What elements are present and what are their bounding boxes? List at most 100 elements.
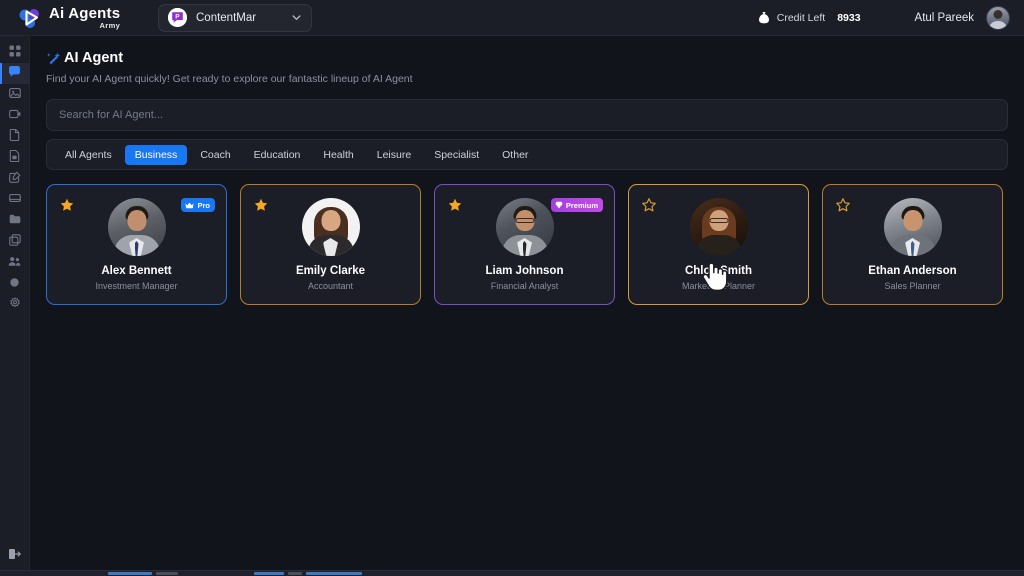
credit-indicator[interactable]: Credit Left 8933 (758, 11, 861, 24)
top-bar: Ai Agents Army P ContentMar Credit Left … (0, 0, 1024, 36)
sidebar-item-users[interactable] (0, 252, 30, 273)
main-content: AI Agent Find your AI Agent quickly! Get… (30, 36, 1024, 570)
taskbar-chip (306, 572, 362, 575)
agent-role: Financial Analyst (490, 281, 559, 291)
agent-avatar (883, 198, 942, 256)
svg-text:P: P (175, 14, 180, 21)
sidebar-item-circle[interactable] (0, 273, 30, 294)
taskbar-chip (108, 572, 152, 575)
badge-pro: Pro (181, 198, 215, 212)
agent-avatar (689, 198, 748, 256)
image-icon (8, 86, 21, 104)
page-header: AI Agent (46, 50, 1008, 66)
agent-role: Investment Manager (95, 281, 178, 291)
sidebar-item-card[interactable] (0, 189, 30, 210)
logout-icon (8, 547, 21, 565)
brand-logo-area[interactable]: Ai Agents Army (18, 6, 130, 30)
circle-icon (9, 275, 20, 293)
brand-subtitle: Army (99, 20, 121, 30)
tab-education[interactable]: Education (244, 145, 311, 165)
badge-premium: Premium (550, 198, 603, 212)
agent-role: Sales Planner (884, 281, 941, 291)
workspace-chat-bubble-icon: P (168, 8, 187, 27)
bottom-taskbar-strip (0, 570, 1024, 576)
tab-coach[interactable]: Coach (190, 145, 240, 165)
user-name: Atul Pareek (914, 11, 974, 24)
tab-business[interactable]: Business (124, 144, 188, 165)
tab-other[interactable]: Other (492, 145, 538, 165)
agent-card[interactable]: Premium Liam Johnson Financial Analyst (434, 184, 615, 305)
agent-name: Emily Clarke (295, 265, 366, 277)
copy-icon (8, 233, 21, 251)
topbar-right-group: Credit Left 8933 Atul Pareek (758, 5, 1010, 30)
taskbar-chip (254, 572, 284, 575)
sidebar-item-file-code[interactable] (0, 147, 30, 168)
video-icon (8, 107, 21, 125)
badge-pro-label: Pro (197, 200, 210, 210)
tab-specialist[interactable]: Specialist (424, 145, 489, 165)
avatar[interactable] (986, 5, 1010, 30)
brand-name: Ai Agents (49, 4, 121, 22)
star-filled-icon[interactable] (448, 198, 462, 212)
sidebar-item-settings[interactable] (0, 294, 30, 315)
sidebar-item-logout[interactable] (0, 544, 30, 568)
search-input[interactable] (59, 100, 995, 130)
gear-icon (9, 296, 21, 314)
agent-card[interactable]: Chloe Smith Marketing Planner (628, 184, 809, 305)
sidebar-item-image[interactable] (0, 84, 30, 105)
sidebar-item-chat[interactable] (0, 63, 30, 84)
sidebar-item-copy[interactable] (0, 231, 30, 252)
file-code-icon (9, 149, 20, 167)
sidebar-item-edit[interactable] (0, 168, 30, 189)
left-icon-rail (0, 36, 30, 576)
document-icon (9, 128, 20, 146)
tab-all-agents[interactable]: All Agents (55, 145, 122, 165)
credit-left-label: Credit Left (776, 11, 826, 24)
tab-leisure[interactable]: Leisure (367, 145, 421, 165)
sidebar-item-video[interactable] (0, 105, 30, 126)
agent-role: Accountant (307, 281, 354, 291)
star-outline-icon[interactable] (836, 198, 850, 212)
credit-left-value: 8933 (837, 11, 861, 24)
money-bag-icon (758, 11, 770, 24)
agent-avatar (301, 198, 360, 256)
agent-card[interactable]: Emily Clarke Accountant (240, 184, 421, 305)
sidebar-item-dashboard[interactable] (0, 42, 30, 63)
agent-card-grid: Pro Alex Bennett Investment Manager Emil… (46, 184, 1008, 305)
agent-name: Chloe Smith (684, 265, 753, 277)
folder-icon (9, 212, 21, 230)
page-title: AI Agent (64, 50, 124, 66)
agent-avatar (107, 198, 166, 256)
category-tabs: All Agents Business Coach Education Heal… (46, 139, 1008, 170)
badge-premium-label: Premium (565, 200, 598, 210)
crown-icon (185, 202, 195, 209)
agent-avatar (495, 198, 554, 256)
chevron-down-icon[interactable] (291, 12, 302, 23)
magic-wand-icon (46, 51, 61, 66)
sidebar-item-document[interactable] (0, 126, 30, 147)
sidebar-item-folder[interactable] (0, 210, 30, 231)
star-filled-icon[interactable] (254, 198, 268, 212)
user-menu[interactable]: Atul Pareek (914, 5, 1010, 30)
agent-card[interactable]: Ethan Anderson Sales Planner (822, 184, 1003, 305)
agent-name: Liam Johnson (485, 265, 564, 277)
chat-bubble-icon (8, 65, 21, 83)
users-icon (8, 254, 21, 272)
taskbar-chip (288, 572, 302, 575)
workspace-selector[interactable]: P ContentMar (158, 3, 312, 32)
tab-health[interactable]: Health (313, 145, 363, 165)
agent-card[interactable]: Pro Alex Bennett Investment Manager (46, 184, 227, 305)
card-icon (8, 191, 21, 209)
triangle-play-logo-icon (18, 6, 42, 30)
edit-square-icon (8, 170, 21, 188)
agent-role: Marketing Planner (681, 281, 756, 291)
page-subtitle: Find your AI Agent quickly! Get ready to… (46, 73, 413, 85)
star-filled-icon[interactable] (60, 198, 74, 212)
search-bar[interactable] (46, 99, 1008, 131)
workspace-label: ContentMar (196, 11, 257, 24)
grid-dashboard-icon (9, 44, 21, 62)
gem-icon (555, 201, 563, 209)
star-outline-icon[interactable] (642, 198, 656, 212)
agent-name: Ethan Anderson (868, 265, 957, 277)
agent-name: Alex Bennett (101, 265, 172, 277)
